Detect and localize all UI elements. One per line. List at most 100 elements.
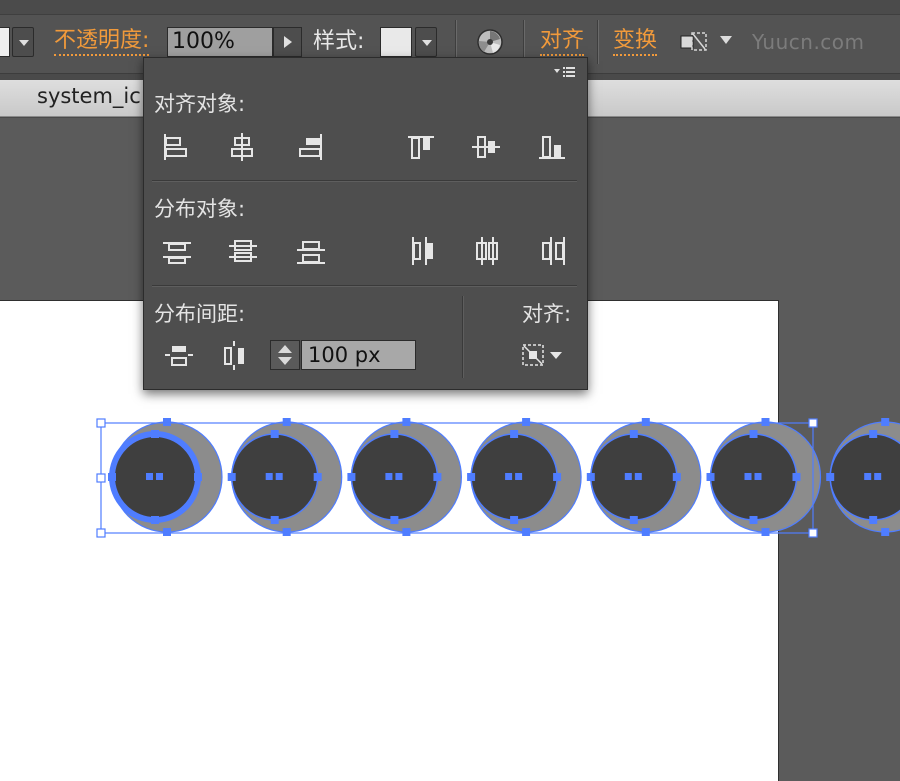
vertical-distribute-center-icon[interactable] bbox=[226, 234, 260, 268]
anchor-point bbox=[672, 473, 681, 481]
anchor-point bbox=[706, 473, 715, 481]
anchor-point bbox=[108, 473, 116, 481]
center-point bbox=[146, 473, 153, 480]
horizontal-distribute-right-icon[interactable] bbox=[536, 234, 570, 268]
stepper-down-icon[interactable] bbox=[278, 357, 292, 365]
circle-shape bbox=[109, 431, 201, 523]
anchor-point bbox=[402, 418, 411, 426]
circle-shape bbox=[350, 433, 439, 521]
anchor-point bbox=[390, 430, 399, 438]
center-point bbox=[275, 473, 283, 480]
center-point bbox=[624, 473, 632, 480]
selected-circle bbox=[347, 418, 462, 536]
anchor-point bbox=[347, 473, 356, 481]
anchor-point bbox=[869, 430, 878, 438]
vertical-distribute-top-icon[interactable] bbox=[160, 234, 194, 268]
center-point bbox=[864, 473, 872, 480]
anchor-point bbox=[163, 528, 171, 536]
anchor-point bbox=[749, 516, 758, 524]
bbox-handle bbox=[96, 528, 106, 538]
distribute-objects-title: 分布对象: bbox=[154, 197, 246, 221]
horizontal-distribute-center-icon[interactable] bbox=[470, 234, 504, 268]
anchor-point bbox=[510, 516, 519, 524]
anchor-point bbox=[282, 528, 291, 536]
anchor-point bbox=[749, 430, 758, 438]
selected-circle bbox=[706, 418, 822, 536]
anchor-point bbox=[510, 430, 519, 438]
anchor-point bbox=[390, 516, 399, 524]
align-to-title: 对齐: bbox=[522, 302, 572, 326]
stepper-up-icon[interactable] bbox=[278, 345, 292, 353]
spacing-input[interactable]: 100 px bbox=[301, 340, 416, 370]
center-point bbox=[156, 473, 163, 480]
center-point bbox=[385, 473, 393, 480]
selected-circle bbox=[826, 418, 900, 536]
anchor-point bbox=[402, 528, 411, 536]
bbox-handle bbox=[808, 418, 818, 428]
anchor-point bbox=[522, 418, 531, 426]
anchor-point bbox=[227, 473, 236, 481]
center-point bbox=[754, 473, 762, 480]
anchor-point bbox=[869, 516, 878, 524]
distribute-spacing-title: 分布间距: bbox=[154, 302, 246, 326]
bbox-handle bbox=[96, 473, 106, 483]
anchor-point bbox=[553, 473, 562, 481]
circle-shape bbox=[230, 433, 319, 521]
spacing-stepper[interactable] bbox=[270, 340, 300, 370]
center-point bbox=[744, 473, 752, 480]
anchor-point bbox=[467, 473, 476, 481]
circle-shape bbox=[590, 433, 678, 521]
selected-circle bbox=[586, 418, 702, 536]
center-point bbox=[505, 473, 513, 480]
section-divider bbox=[462, 296, 463, 378]
anchor-point bbox=[163, 418, 171, 426]
center-point bbox=[634, 473, 642, 480]
vertical-align-top-icon[interactable] bbox=[404, 130, 438, 164]
bbox-handle bbox=[808, 528, 818, 538]
selected-circle bbox=[227, 418, 343, 536]
panel-menu-icon[interactable] bbox=[553, 64, 577, 80]
anchor-point bbox=[151, 430, 159, 438]
anchor-point bbox=[881, 418, 890, 426]
horizontal-align-right-icon[interactable] bbox=[294, 130, 328, 164]
anchor-point bbox=[761, 528, 770, 536]
vertical-align-center-icon[interactable] bbox=[469, 130, 503, 164]
anchor-point bbox=[641, 418, 650, 426]
anchor-point bbox=[270, 516, 279, 524]
anchor-point bbox=[433, 473, 442, 481]
horizontal-distribute-space-icon[interactable] bbox=[218, 338, 252, 372]
align-panel: 对齐对象: 分布对象: 分布间距: 对齐: 100 px bbox=[143, 57, 588, 390]
align-to-key-object-dropdown[interactable] bbox=[520, 340, 570, 370]
vertical-distribute-space-icon[interactable] bbox=[162, 338, 196, 372]
anchor-point bbox=[586, 473, 595, 481]
selected-circle bbox=[108, 418, 223, 536]
horizontal-distribute-left-icon[interactable] bbox=[404, 234, 438, 268]
anchor-point bbox=[282, 418, 291, 426]
vertical-align-bottom-icon[interactable] bbox=[535, 130, 569, 164]
anchor-point bbox=[313, 473, 322, 481]
vertical-distribute-bottom-icon[interactable] bbox=[294, 234, 328, 268]
center-point bbox=[515, 473, 523, 480]
align-objects-title: 对齐对象: bbox=[154, 92, 246, 116]
anchor-point bbox=[522, 528, 531, 536]
section-divider bbox=[152, 285, 577, 286]
center-point bbox=[874, 473, 882, 480]
horizontal-align-center-icon[interactable] bbox=[225, 130, 259, 164]
bbox-handle bbox=[96, 418, 106, 428]
anchor-point bbox=[270, 430, 279, 438]
anchor-point bbox=[629, 516, 638, 524]
anchor-point bbox=[641, 528, 650, 536]
anchor-point bbox=[194, 473, 202, 481]
anchor-point bbox=[881, 528, 890, 536]
selected-circle bbox=[467, 418, 582, 536]
anchor-point bbox=[792, 473, 801, 481]
anchor-point bbox=[826, 473, 835, 481]
anchor-point bbox=[761, 418, 770, 426]
section-divider bbox=[152, 180, 577, 181]
circle-row bbox=[108, 418, 900, 536]
center-point bbox=[395, 473, 403, 480]
circle-shape bbox=[709, 433, 798, 521]
anchor-point bbox=[151, 516, 159, 524]
center-point bbox=[265, 473, 273, 480]
horizontal-align-left-icon[interactable] bbox=[158, 130, 192, 164]
